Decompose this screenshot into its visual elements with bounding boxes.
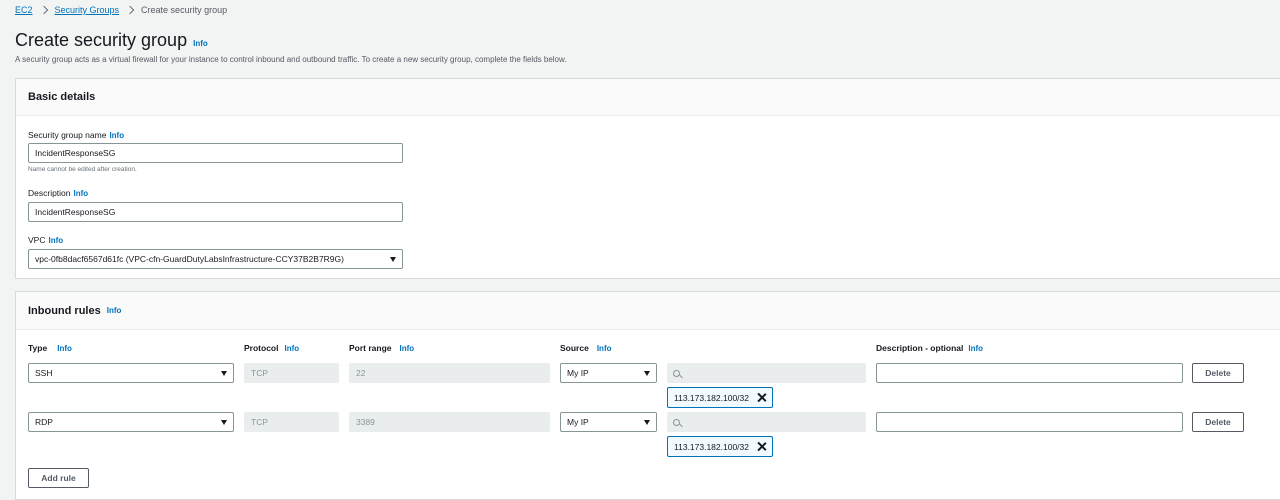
column-source: Source Info [560, 343, 612, 353]
close-icon[interactable] [757, 393, 766, 402]
vpc-select-value: vpc-0fb8dacf6567d61fc (VPC-cfn-GuardDuty… [35, 254, 344, 264]
basic-details-title: Basic details [28, 91, 96, 103]
rule-1-cidr-value: 113.173.182.100/32 [674, 392, 749, 403]
rule-1-delete-button[interactable]: Delete [1192, 363, 1244, 383]
basic-details-panel: Basic details Security group name Info I… [15, 78, 1280, 279]
inbound-rules-title: Inbound rules [28, 304, 101, 317]
inbound-rules-header: Inbound rules Info [16, 292, 1280, 330]
column-source-info-link[interactable]: Info [597, 344, 612, 353]
security-group-name-label-text: Security group name [28, 130, 107, 140]
vpc-label: VPC Info [28, 235, 63, 245]
breadcrumb-security-groups-link[interactable]: Security Groups [55, 5, 120, 15]
description-info-link[interactable]: Info [74, 189, 89, 198]
inbound-rules-panel: Inbound rules Info Type Info Protocol In… [15, 291, 1280, 500]
rule-1-cidr-token: 113.173.182.100/32 [667, 387, 773, 408]
column-description-info-link[interactable]: Info [968, 344, 983, 353]
rule-2-cidr-search-input[interactable] [667, 412, 866, 432]
column-type: Type Info [28, 343, 72, 353]
security-group-name-info-link[interactable]: Info [109, 131, 124, 140]
rule-1-source-select[interactable]: My IP [560, 363, 657, 383]
column-description-label: Description - optional [876, 343, 964, 353]
column-port-range-label: Port range [349, 343, 392, 353]
column-port-range: Port range Info [349, 343, 414, 353]
rule-1-cidr-search-input[interactable] [667, 363, 866, 383]
vpc-label-text: VPC [28, 235, 46, 245]
column-type-label: Type [28, 343, 48, 353]
rule-2-source-select[interactable]: My IP [560, 412, 657, 432]
rule-2-port-range-field: 3389 [349, 412, 550, 432]
rule-1-type-value: SSH [35, 368, 53, 378]
chevron-right-icon [39, 5, 48, 15]
rule-1-type-select[interactable]: SSH [28, 363, 234, 383]
caret-down-icon [390, 256, 396, 262]
vpc-select[interactable]: vpc-0fb8dacf6567d61fc (VPC-cfn-GuardDuty… [28, 249, 403, 269]
breadcrumb-current: Create security group [141, 5, 228, 15]
chevron-right-icon [125, 5, 135, 15]
breadcrumb-ec2-link[interactable]: EC2 [15, 5, 33, 15]
description-input[interactable]: IncidentResponseSG [28, 202, 403, 222]
caret-down-icon [221, 370, 227, 376]
security-group-name-label: Security group name Info [28, 130, 124, 140]
inbound-rules-info-link[interactable]: Info [107, 306, 122, 315]
rule-2-type-select[interactable]: RDP [28, 412, 234, 432]
rule-2-cidr-value: 113.173.182.100/32 [674, 441, 749, 452]
basic-details-header: Basic details [16, 79, 1280, 116]
breadcrumb: EC2 Security Groups Create security grou… [15, 5, 227, 15]
caret-down-icon [221, 419, 227, 425]
column-protocol: Protocol Info [244, 343, 299, 353]
caret-down-icon [644, 370, 650, 376]
close-icon[interactable] [757, 442, 766, 451]
security-group-name-hint: Name cannot be edited after creation. [28, 166, 137, 173]
security-group-name-input[interactable]: IncidentResponseSG [28, 143, 403, 163]
description-label: Description Info [28, 188, 88, 198]
caret-down-icon [644, 419, 650, 425]
column-type-info-link[interactable]: Info [57, 344, 72, 353]
rule-2-delete-button[interactable]: Delete [1192, 412, 1244, 432]
page-title-info-link[interactable]: Info [193, 39, 208, 48]
rule-1-description-input[interactable] [876, 363, 1183, 383]
rule-1-port-range-field: 22 [349, 363, 550, 383]
rule-1-source-value: My IP [567, 368, 589, 378]
column-protocol-label: Protocol [244, 343, 279, 353]
column-source-label: Source [560, 343, 589, 353]
search-icon [673, 418, 680, 426]
rule-2-source-value: My IP [567, 417, 589, 427]
column-protocol-info-link[interactable]: Info [284, 344, 299, 353]
page-title-text: Create security group [15, 30, 188, 50]
page-title: Create security group Info [15, 30, 208, 51]
page-description: A security group acts as a virtual firew… [15, 55, 567, 64]
description-label-text: Description [28, 188, 71, 198]
search-icon [673, 369, 680, 377]
rule-2-cidr-token: 113.173.182.100/32 [667, 436, 773, 457]
rule-1-protocol-field: TCP [244, 363, 339, 383]
column-description: Description - optional Info [876, 343, 983, 353]
rule-2-protocol-field: TCP [244, 412, 339, 432]
add-rule-button[interactable]: Add rule [28, 468, 89, 488]
rule-2-type-value: RDP [35, 417, 53, 427]
column-port-range-info-link[interactable]: Info [400, 344, 415, 353]
rule-2-description-input[interactable] [876, 412, 1183, 432]
vpc-info-link[interactable]: Info [48, 236, 63, 245]
